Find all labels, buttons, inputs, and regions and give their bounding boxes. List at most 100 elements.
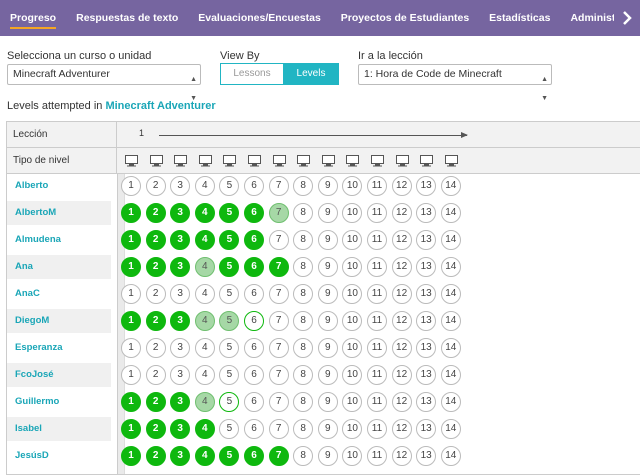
level-bubble[interactable]: 13	[416, 230, 437, 250]
level-bubble[interactable]: 5	[219, 365, 240, 385]
level-bubble[interactable]: 8	[293, 311, 314, 331]
level-bubble[interactable]: 8	[293, 446, 314, 466]
level-bubble[interactable]: 12	[391, 284, 412, 304]
level-bubble[interactable]: 9	[317, 203, 338, 223]
level-bubble[interactable]: 14	[440, 230, 461, 250]
level-bubble[interactable]: 3	[170, 230, 191, 250]
level-bubble[interactable]: 12	[391, 446, 412, 466]
student-name[interactable]: Isabel	[7, 417, 111, 441]
level-bubble[interactable]: 5	[219, 392, 240, 412]
level-bubble[interactable]: 14	[440, 419, 461, 439]
level-bubble[interactable]: 7	[268, 203, 289, 223]
level-bubble[interactable]: 11	[367, 311, 387, 331]
level-bubble[interactable]: 2	[145, 230, 166, 250]
level-bubble[interactable]: 7	[268, 446, 289, 466]
level-bubble[interactable]: 8	[293, 365, 314, 385]
level-bubble[interactable]: 6	[244, 284, 264, 304]
levels-toggle[interactable]: Levels	[283, 63, 339, 85]
level-bubble[interactable]: 13	[416, 419, 437, 439]
level-bubble[interactable]: 10	[342, 257, 363, 277]
level-bubble[interactable]: 7	[268, 284, 289, 304]
level-bubble[interactable]: 14	[440, 392, 461, 412]
level-bubble[interactable]: 10	[342, 230, 363, 250]
level-bubble[interactable]: 4	[194, 446, 215, 466]
level-bubble[interactable]: 13	[416, 338, 437, 358]
level-bubble[interactable]: 8	[293, 203, 314, 223]
level-bubble[interactable]: 11	[367, 419, 387, 439]
level-bubble[interactable]: 4	[194, 338, 215, 358]
level-bubble[interactable]: 13	[416, 311, 437, 331]
level-bubble[interactable]: 2	[145, 311, 166, 331]
level-bubble[interactable]: 10	[342, 419, 363, 439]
level-bubble[interactable]: 9	[317, 284, 338, 304]
level-bubble[interactable]: 8	[293, 419, 314, 439]
level-bubble[interactable]: 13	[416, 176, 437, 196]
level-bubble[interactable]: 2	[145, 446, 166, 466]
level-bubble[interactable]: 10	[342, 365, 363, 385]
level-bubble[interactable]: 9	[317, 365, 338, 385]
student-name[interactable]: DiegoM	[7, 309, 111, 333]
level-bubble[interactable]: 11	[367, 257, 387, 277]
level-bubble[interactable]: 6	[244, 203, 264, 223]
student-name[interactable]: Almudena	[7, 228, 111, 252]
level-bubble[interactable]: 8	[293, 176, 314, 196]
level-bubble[interactable]: 14	[440, 257, 461, 277]
level-bubble[interactable]: 4	[194, 203, 215, 223]
level-bubble[interactable]: 14	[440, 338, 461, 358]
level-bubble[interactable]: 5	[219, 257, 240, 277]
level-bubble[interactable]: 7	[268, 392, 289, 412]
level-bubble[interactable]: 1	[121, 446, 141, 466]
student-name[interactable]: Esperanza	[7, 336, 111, 360]
level-bubble[interactable]: 1	[121, 257, 141, 277]
level-bubble[interactable]: 4	[194, 392, 215, 412]
level-bubble[interactable]: 12	[391, 230, 412, 250]
level-bubble[interactable]: 12	[391, 176, 412, 196]
level-bubble[interactable]: 3	[170, 203, 191, 223]
level-bubble[interactable]: 7	[268, 365, 289, 385]
level-bubble[interactable]: 2	[145, 203, 166, 223]
level-bubble[interactable]: 9	[317, 311, 338, 331]
level-bubble[interactable]: 13	[416, 392, 437, 412]
level-bubble[interactable]: 5	[219, 284, 240, 304]
level-bubble[interactable]: 3	[170, 311, 191, 331]
student-name[interactable]: Alberto	[7, 174, 111, 198]
level-bubble[interactable]: 13	[416, 446, 437, 466]
level-bubble[interactable]: 11	[367, 284, 387, 304]
level-bubble[interactable]: 4	[194, 365, 215, 385]
level-bubble[interactable]: 4	[194, 257, 215, 277]
level-bubble[interactable]: 10	[342, 203, 363, 223]
level-bubble[interactable]: 6	[244, 392, 264, 412]
level-bubble[interactable]: 14	[440, 311, 461, 331]
level-bubble[interactable]: 5	[219, 203, 240, 223]
level-bubble[interactable]: 13	[416, 257, 437, 277]
level-bubble[interactable]: 9	[317, 257, 338, 277]
student-name[interactable]: FcoJosé	[7, 363, 111, 387]
level-bubble[interactable]: 9	[317, 419, 338, 439]
level-bubble[interactable]: 10	[342, 176, 363, 196]
level-bubble[interactable]: 13	[416, 203, 437, 223]
level-bubble[interactable]: 3	[170, 176, 191, 196]
level-bubble[interactable]: 14	[440, 176, 461, 196]
level-bubble[interactable]: 3	[170, 419, 191, 439]
level-bubble[interactable]: 6	[244, 419, 264, 439]
level-bubble[interactable]: 3	[170, 257, 191, 277]
lessons-toggle[interactable]: Lessons	[220, 63, 284, 85]
level-bubble[interactable]: 5	[219, 311, 240, 331]
level-bubble[interactable]: 4	[194, 176, 215, 196]
level-bubble[interactable]: 12	[391, 419, 412, 439]
level-bubble[interactable]: 11	[367, 446, 387, 466]
level-bubble[interactable]: 12	[391, 257, 412, 277]
level-bubble[interactable]: 3	[170, 446, 191, 466]
level-bubble[interactable]: 12	[391, 338, 412, 358]
level-bubble[interactable]: 7	[268, 230, 289, 250]
student-name[interactable]: AlbertoM	[7, 201, 111, 225]
level-bubble[interactable]: 12	[391, 311, 412, 331]
tab-progreso[interactable]: Progreso	[0, 0, 66, 36]
level-bubble[interactable]: 7	[268, 419, 289, 439]
level-bubble[interactable]: 12	[391, 365, 412, 385]
level-bubble[interactable]: 6	[244, 365, 264, 385]
level-bubble[interactable]: 6	[244, 311, 264, 331]
course-select[interactable]: Minecraft Adventurer ▲ ▼	[7, 64, 201, 102]
level-bubble[interactable]: 14	[440, 446, 461, 466]
level-bubble[interactable]: 14	[440, 365, 461, 385]
